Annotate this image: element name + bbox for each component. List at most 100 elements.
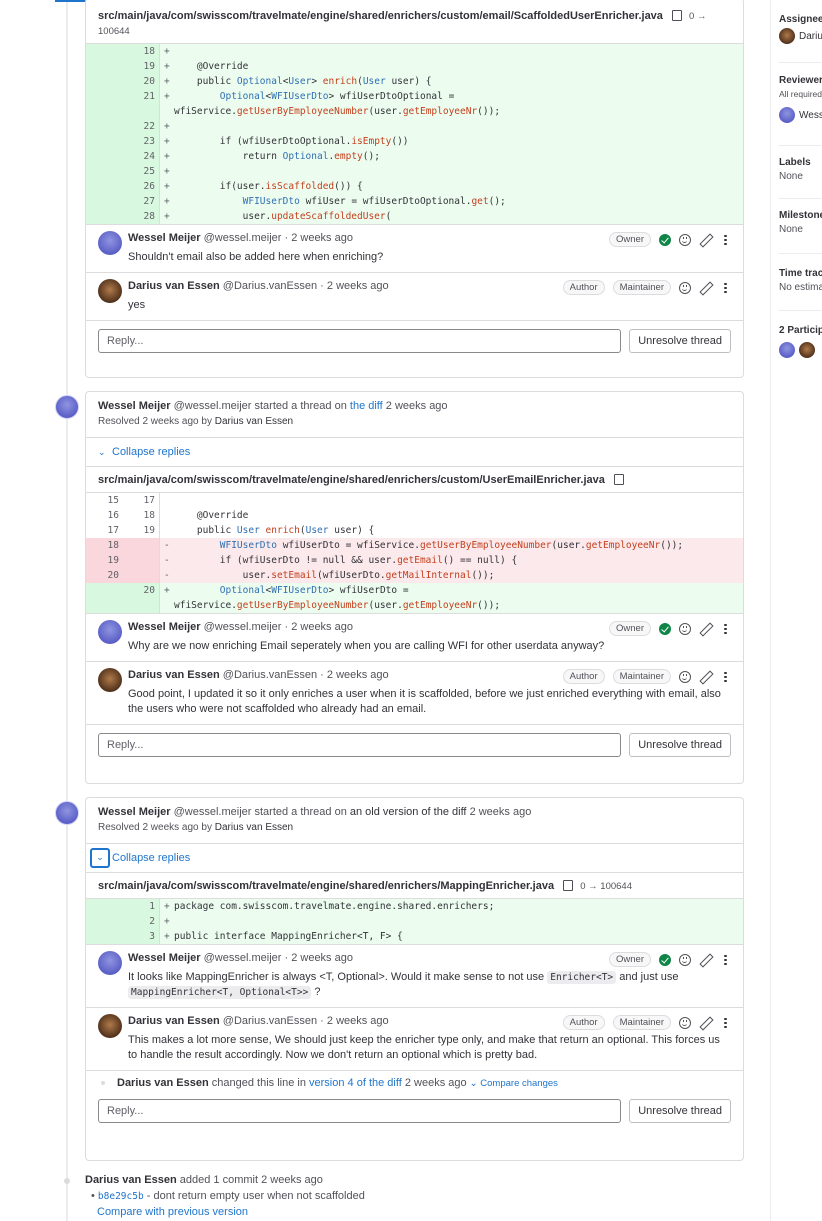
new-line-number[interactable]: 28 <box>123 209 160 224</box>
comment-author[interactable]: Darius van Essen <box>128 669 220 681</box>
thread-starter-avatar[interactable] <box>55 801 79 825</box>
comment-handle[interactable]: @Darius.vanEssen <box>223 669 317 681</box>
collapse-replies-button[interactable]: ⌄ Collapse replies <box>86 844 743 873</box>
new-line-number[interactable] <box>123 568 160 583</box>
resolve-check-icon[interactable] <box>659 953 671 966</box>
comment-handle[interactable]: @wessel.meijer <box>204 952 282 964</box>
unresolve-thread-button[interactable]: Unresolve thread <box>629 329 731 353</box>
old-line-number[interactable] <box>86 44 123 59</box>
old-line-number[interactable]: 20 <box>86 568 123 583</box>
new-line-number[interactable]: 19 <box>123 59 160 74</box>
copy-path-icon[interactable] <box>671 10 682 21</box>
new-line-number[interactable]: 23 <box>123 134 160 149</box>
new-line-number[interactable] <box>123 553 160 568</box>
starter-name[interactable]: Wessel Meijer <box>98 806 171 818</box>
add-reaction-icon[interactable] <box>679 670 691 683</box>
more-actions-icon[interactable] <box>719 234 731 246</box>
file-path[interactable]: src/main/java/com/swisscom/travelmate/en… <box>98 474 605 486</box>
comment-author[interactable]: Wessel Meijer <box>128 621 201 633</box>
assignee-name[interactable]: Darius van Essen <box>799 31 822 42</box>
old-line-number[interactable] <box>86 74 123 89</box>
new-line-number[interactable]: 24 <box>123 149 160 164</box>
reply-input[interactable]: Reply... <box>98 733 622 757</box>
old-line-number[interactable] <box>86 164 123 179</box>
old-line-number[interactable]: 15 <box>86 493 123 508</box>
add-reaction-icon[interactable] <box>679 953 691 966</box>
new-line-number[interactable]: 17 <box>123 493 160 508</box>
avatar[interactable] <box>779 107 795 123</box>
commit-sha-link[interactable]: b8e29c5b <box>98 1191 144 1202</box>
old-line-number[interactable] <box>86 89 123 119</box>
new-line-number[interactable]: 21 <box>123 89 160 119</box>
edit-pencil-icon[interactable] <box>699 1017 711 1029</box>
comment-author[interactable]: Darius van Essen <box>128 280 220 292</box>
resolve-check-icon[interactable] <box>659 233 671 246</box>
comment-handle[interactable]: @wessel.meijer <box>204 621 282 633</box>
new-line-number[interactable]: 25 <box>123 164 160 179</box>
old-line-number[interactable] <box>86 929 123 944</box>
old-line-number[interactable] <box>86 583 123 613</box>
avatar[interactable] <box>779 342 795 358</box>
comment-author[interactable]: Wessel Meijer <box>128 232 201 244</box>
avatar[interactable] <box>779 28 795 44</box>
unresolve-thread-button[interactable]: Unresolve thread <box>629 733 731 757</box>
new-line-number[interactable]: 19 <box>123 523 160 538</box>
new-line-number[interactable]: 2 <box>123 914 160 929</box>
old-line-number[interactable] <box>86 179 123 194</box>
comment-handle[interactable]: @wessel.meijer <box>204 232 282 244</box>
edit-pencil-icon[interactable] <box>699 623 711 635</box>
old-line-number[interactable] <box>86 209 123 224</box>
edit-pencil-icon[interactable] <box>699 282 711 294</box>
new-line-number[interactable]: 20 <box>123 583 160 613</box>
comment-author[interactable]: Wessel Meijer <box>128 952 201 964</box>
new-line-number[interactable]: 27 <box>123 194 160 209</box>
old-line-number[interactable] <box>86 59 123 74</box>
system-note-author[interactable]: Darius van Essen <box>117 1077 209 1089</box>
new-line-number[interactable] <box>123 538 160 553</box>
old-line-number[interactable]: 16 <box>86 508 123 523</box>
file-path[interactable]: src/main/java/com/swisscom/travelmate/en… <box>98 10 663 22</box>
edit-pencil-icon[interactable] <box>699 671 711 683</box>
more-actions-icon[interactable] <box>719 623 731 635</box>
edit-pencil-icon[interactable] <box>699 234 711 246</box>
avatar[interactable] <box>98 1014 122 1038</box>
avatar[interactable] <box>98 279 122 303</box>
unresolve-thread-button[interactable]: Unresolve thread <box>629 1099 731 1123</box>
avatar[interactable] <box>98 620 122 644</box>
new-line-number[interactable]: 20 <box>123 74 160 89</box>
copy-path-icon[interactable] <box>563 880 574 891</box>
more-actions-icon[interactable] <box>719 671 731 683</box>
old-line-number[interactable] <box>86 194 123 209</box>
avatar[interactable] <box>799 342 815 358</box>
old-line-number[interactable] <box>86 149 123 164</box>
comment-handle[interactable]: @Darius.vanEssen <box>223 280 317 292</box>
new-line-number[interactable]: 18 <box>123 508 160 523</box>
add-reaction-icon[interactable] <box>679 281 691 294</box>
new-line-number[interactable]: 18 <box>123 44 160 59</box>
old-line-number[interactable]: 17 <box>86 523 123 538</box>
edit-pencil-icon[interactable] <box>699 954 711 966</box>
reply-input[interactable]: Reply... <box>98 329 622 353</box>
activity-author[interactable]: Darius van Essen <box>85 1174 177 1186</box>
diff-link[interactable]: the diff <box>350 400 383 412</box>
file-path[interactable]: src/main/java/com/swisscom/travelmate/en… <box>98 880 554 892</box>
old-diff-link[interactable]: an old version of the diff <box>350 806 467 818</box>
thread-starter-avatar[interactable] <box>55 395 79 419</box>
avatar[interactable] <box>98 951 122 975</box>
old-line-number[interactable]: 19 <box>86 553 123 568</box>
add-reaction-icon[interactable] <box>679 1016 691 1029</box>
resolved-by[interactable]: Darius van Essen <box>215 822 293 833</box>
add-reaction-icon[interactable] <box>679 233 691 246</box>
version-link[interactable]: version 4 of the diff <box>309 1077 402 1089</box>
new-line-number[interactable]: 22 <box>123 119 160 134</box>
add-reaction-icon[interactable] <box>679 622 691 635</box>
old-line-number[interactable]: 18 <box>86 538 123 553</box>
copy-path-icon[interactable] <box>613 474 624 485</box>
compare-changes-link[interactable]: ⌄ Compare changes <box>470 1078 558 1089</box>
avatar[interactable] <box>98 668 122 692</box>
resolved-by[interactable]: Darius van Essen <box>215 416 293 427</box>
comment-author[interactable]: Darius van Essen <box>128 1015 220 1027</box>
reviewer-name[interactable]: Wessel Meijer <box>799 110 822 121</box>
old-line-number[interactable] <box>86 119 123 134</box>
resolve-check-icon[interactable] <box>659 622 671 635</box>
